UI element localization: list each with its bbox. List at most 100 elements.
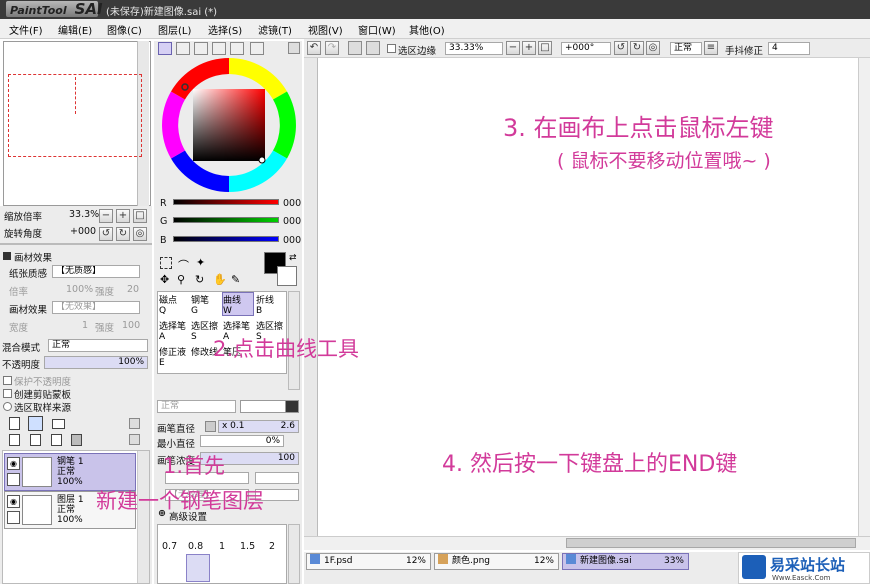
trash-icon[interactable] [71, 434, 82, 446]
hand-tool-icon[interactable]: ✋ [213, 273, 227, 286]
brush-size-lock-icon[interactable] [205, 421, 216, 432]
zoom-in-button[interactable]: + [116, 209, 130, 223]
merge-down-icon[interactable] [30, 434, 41, 446]
preset-size[interactable]: 1 [219, 541, 225, 552]
b-slider[interactable] [173, 236, 279, 242]
preset-selected[interactable] [186, 554, 210, 582]
tool-correction-fluid[interactable]: 修正液 E [159, 345, 190, 368]
canvas-scroll-thumb[interactable] [566, 538, 856, 548]
sv-marker[interactable] [258, 156, 266, 164]
brush-texture-strength-1[interactable] [255, 472, 299, 484]
tool-pen[interactable]: 钢笔 G [191, 293, 222, 316]
rotate-left-button[interactable]: ↺ [99, 227, 113, 241]
layer-lock-icon[interactable] [129, 434, 140, 445]
undo-icon[interactable]: ↶ [307, 41, 321, 55]
brush-mode-select[interactable]: 正常 [157, 400, 236, 413]
preset-size[interactable]: 0.7 [162, 541, 177, 552]
opacity-slider[interactable]: 100% [44, 356, 148, 369]
selection-edge-checkbox[interactable] [387, 44, 396, 53]
tool-select-pen[interactable]: 选择笔 A [159, 319, 190, 342]
menu-layer[interactable]: 图层(L) [158, 22, 191, 37]
new-layer-icon[interactable] [9, 417, 20, 430]
color-wheel-tab[interactable] [158, 42, 172, 55]
canvas-rotate-left-icon[interactable]: ↺ [614, 41, 628, 55]
zoom-out-button[interactable]: − [99, 209, 113, 223]
canvas-mode-select[interactable]: 正常 [670, 42, 702, 55]
layer-list-scrollbar[interactable] [137, 451, 149, 583]
preset-scrollbar[interactable] [288, 524, 300, 584]
swatch-tab[interactable] [212, 42, 226, 55]
visibility-eye-icon[interactable]: ◉ [7, 495, 20, 508]
redo-icon[interactable]: ↷ [325, 41, 339, 55]
layer-menu-icon[interactable] [129, 418, 140, 429]
preset-size[interactable]: 2 [269, 541, 275, 552]
background-color-swatch[interactable] [277, 266, 297, 286]
canvas-angle-select[interactable]: +000° [561, 42, 611, 55]
panel-divider[interactable] [0, 243, 152, 245]
menu-file[interactable]: 文件(F) [9, 22, 43, 37]
menu-other[interactable]: 其他(O) [409, 22, 445, 37]
preset-size[interactable]: 0.8 [188, 541, 203, 552]
canvas-rotate-reset-icon[interactable]: ◎ [646, 41, 660, 55]
menu-filter[interactable]: 滤镜(T) [258, 22, 292, 37]
protect-opacity-checkbox[interactable] [3, 376, 12, 385]
canvas-zoom-out-icon[interactable]: − [506, 41, 520, 55]
file-tab-zoom: 12% [533, 556, 554, 566]
effect-select[interactable]: 【无效果】 [52, 301, 140, 314]
clipping-mask-checkbox[interactable] [3, 389, 12, 398]
deselect-icon[interactable] [348, 41, 362, 55]
preset-size[interactable]: 1.5 [240, 541, 255, 552]
rect-select-icon[interactable] [160, 257, 172, 269]
visibility-eye-icon[interactable]: ◉ [7, 457, 20, 470]
lasso-icon[interactable]: ⌒ [178, 257, 189, 273]
min-size-slider[interactable]: 0% [200, 435, 284, 447]
canvas-zoom-in-icon[interactable]: + [522, 41, 536, 55]
rotate-reset-button[interactable]: ◎ [133, 227, 147, 241]
rgb-slider-tab[interactable] [176, 42, 190, 55]
blend-mode-select[interactable]: 正常 [48, 339, 148, 352]
r-slider[interactable] [173, 199, 279, 205]
canvas-vertical-scrollbar[interactable] [858, 58, 870, 536]
canvas-mode-button[interactable]: ≡ [704, 41, 718, 55]
menu-image[interactable]: 图像(C) [107, 22, 142, 37]
rotate-tool-icon[interactable]: ↻ [195, 273, 204, 286]
rotate-right-button[interactable]: ↻ [116, 227, 130, 241]
tool-airbrush[interactable]: 磁点 Q [159, 293, 190, 316]
new-folder-icon[interactable] [52, 419, 65, 429]
brush-size-slider[interactable]: x 0.1 2.6 [218, 420, 299, 433]
menu-view[interactable]: 视图(V) [308, 22, 343, 37]
canvas-zoom-fit-icon[interactable]: □ [538, 41, 552, 55]
move-icon[interactable]: ✥ [160, 273, 169, 286]
palette-tab[interactable] [230, 42, 244, 55]
brush-shape-square[interactable] [285, 400, 299, 413]
menu-window[interactable]: 窗口(W) [358, 22, 396, 37]
menu-select[interactable]: 选择(S) [208, 22, 242, 37]
color-wheel[interactable] [162, 58, 296, 192]
menu-edit[interactable]: 编辑(E) [58, 22, 92, 37]
file-tab[interactable]: 颜色.png 12% [434, 553, 559, 570]
hsv-slider-tab[interactable] [194, 42, 208, 55]
tool-curve[interactable]: 曲线 W [222, 292, 254, 316]
canvas-zoom-select[interactable]: 33.33% [445, 42, 503, 55]
panel-menu-icon[interactable] [288, 42, 300, 54]
selection-source-radio[interactable] [3, 402, 12, 411]
eyedropper-icon[interactable]: ✎ [231, 273, 240, 286]
brush-shape-selector[interactable] [240, 400, 286, 413]
stabilizer-select[interactable]: 4 [768, 42, 810, 55]
file-tab-active[interactable]: 新建图像.sai 33% [562, 553, 689, 570]
magic-wand-icon[interactable]: ✦ [196, 256, 205, 269]
effect-label: 画材效果 [9, 305, 48, 316]
zoom-reset-button[interactable]: □ [133, 209, 147, 223]
tool-polyline[interactable]: 折线 B [256, 293, 287, 316]
invert-selection-icon[interactable] [366, 41, 380, 55]
g-slider[interactable] [173, 217, 279, 223]
new-pen-layer-icon[interactable] [28, 416, 43, 431]
clear-layer-icon[interactable] [51, 434, 62, 446]
zoom-tool-icon[interactable]: ⚲ [177, 273, 185, 286]
file-tab[interactable]: 1F.psd 12% [306, 553, 431, 570]
copy-layer-icon[interactable] [9, 434, 20, 446]
swap-colors-icon[interactable]: ⇄ [289, 253, 297, 263]
texture-select[interactable]: 【无质感】 [52, 265, 140, 278]
canvas-rotate-right-icon[interactable]: ↻ [630, 41, 644, 55]
scratchpad-tab[interactable] [250, 42, 264, 55]
